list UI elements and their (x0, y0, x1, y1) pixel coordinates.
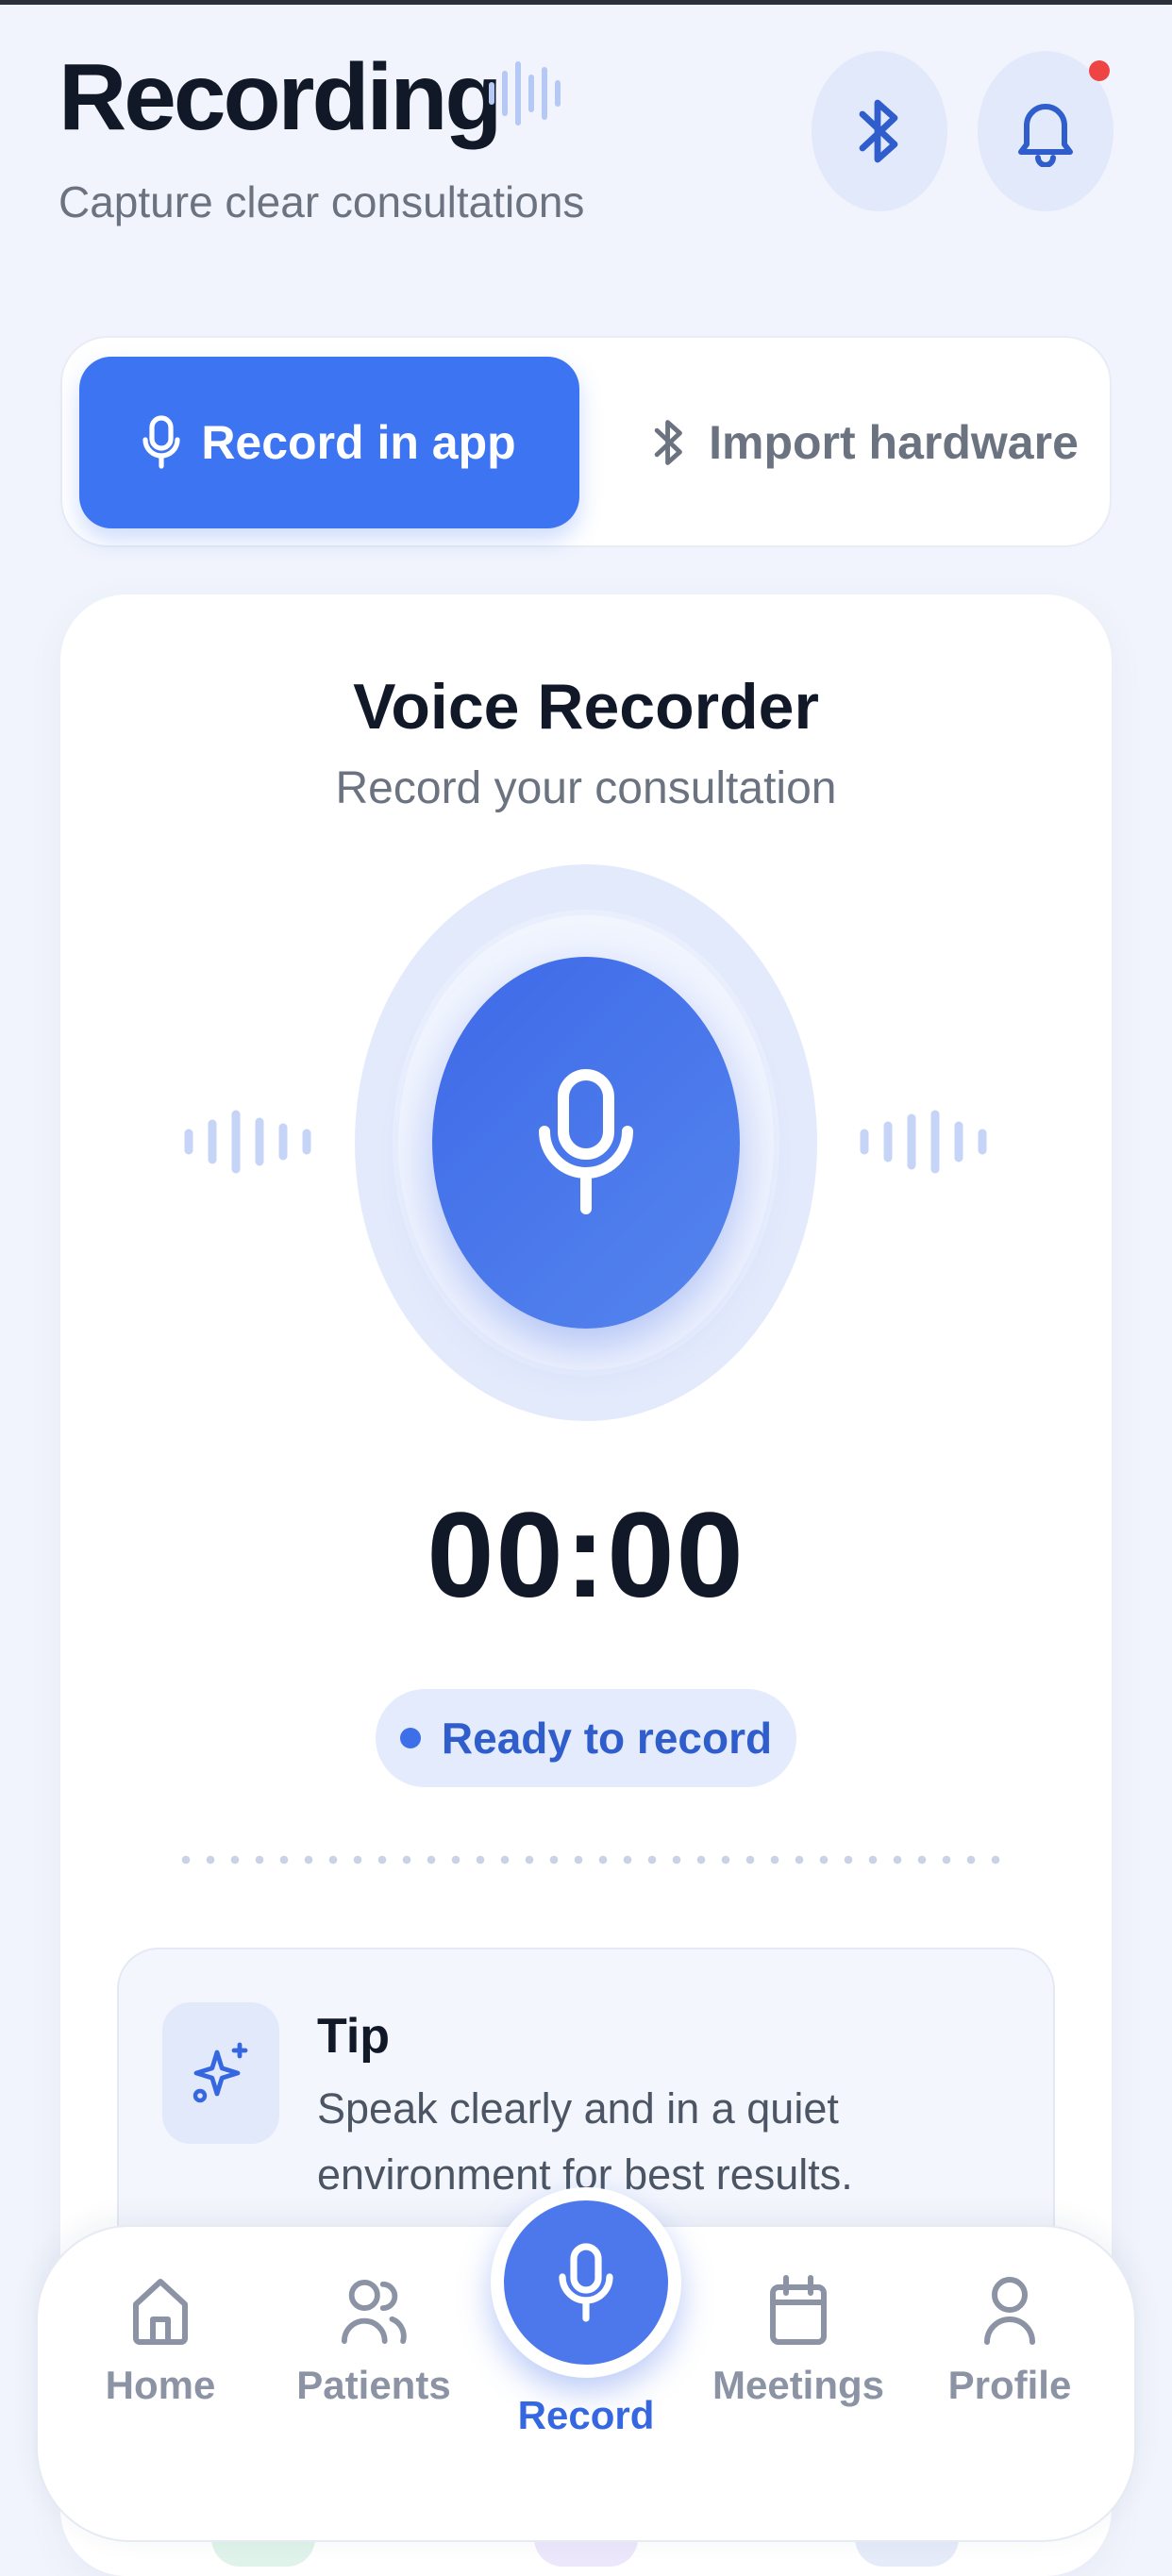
nav-record-button[interactable] (491, 2187, 681, 2378)
tip-title: Tip (317, 2009, 391, 2064)
status-text: Ready to record (441, 1714, 773, 1763)
users-icon (341, 2279, 407, 2344)
page-title: Recording (59, 44, 502, 150)
nav-record-label: Record (517, 2393, 655, 2437)
dotted-divider (174, 1855, 1002, 1865)
sparkle-icon (193, 2042, 248, 2103)
record-in-app-tab[interactable]: Record in app (79, 357, 579, 528)
nav-home-label: Home (105, 2363, 216, 2407)
tip-icon-tile (162, 2002, 279, 2144)
home-icon (133, 2279, 188, 2345)
recording-mode-toggle: Record in app Import hardware (60, 336, 1112, 547)
tip-text: Speak clearly and in a quiet environment… (317, 2084, 853, 2199)
status-dot (399, 1728, 421, 1748)
microphone-icon (559, 2243, 613, 2322)
bluetooth-icon (859, 99, 898, 163)
bluetooth-icon (654, 420, 682, 465)
recorder-title: Voice Recorder (353, 671, 819, 743)
nav-patients-label: Patients (296, 2363, 451, 2407)
nav-home[interactable]: Home (66, 2274, 255, 2408)
bell-icon (1018, 104, 1073, 167)
nav-meetings[interactable]: Meetings (704, 2274, 893, 2408)
record-in-app-label: Record in app (201, 416, 516, 469)
notification-dot (1089, 60, 1110, 81)
import-hardware-tab[interactable]: Import hardware (628, 357, 1100, 528)
import-hardware-label: Import hardware (709, 416, 1079, 469)
page-subtitle: Capture clear consultations (59, 177, 585, 226)
microphone-icon (539, 1069, 633, 1214)
status-badge: Ready to record (376, 1689, 796, 1787)
status-bar-edge (0, 0, 1172, 5)
nav-meetings-label: Meetings (712, 2363, 885, 2407)
nav-profile[interactable]: Profile (915, 2274, 1104, 2408)
waveform-left-icon (184, 1110, 311, 1174)
microphone-icon (142, 415, 180, 469)
nav-profile-label: Profile (947, 2363, 1072, 2407)
nav-patients[interactable]: Patients (279, 2274, 468, 2408)
recording-timer: 00:00 (427, 1488, 745, 1623)
calendar-icon (770, 2275, 827, 2345)
bluetooth-button[interactable] (812, 51, 947, 211)
waveform-right-icon (860, 1110, 987, 1174)
recorder-subtitle: Record your consultation (335, 763, 837, 813)
user-icon (984, 2277, 1035, 2345)
record-button[interactable] (432, 957, 740, 1329)
waveform-icon (489, 61, 561, 125)
